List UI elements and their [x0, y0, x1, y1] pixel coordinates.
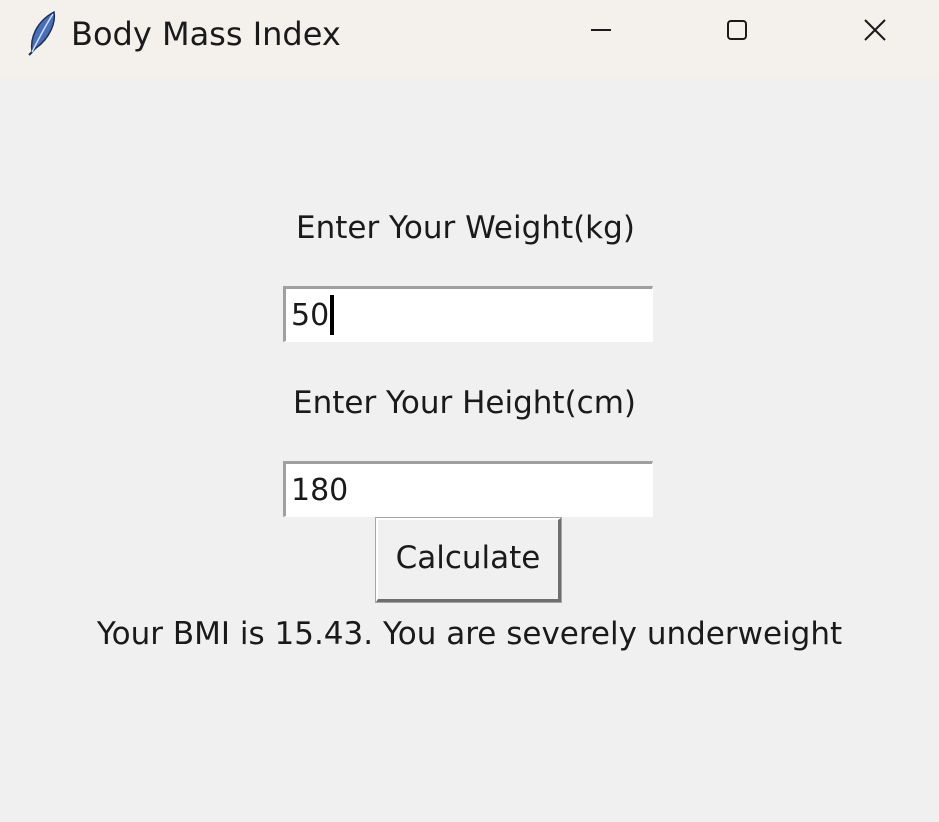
text-cursor — [330, 294, 335, 335]
calculate-button-label: Calculate — [395, 539, 541, 576]
bmi-result-text: Your BMI is 15.43. You are severely unde… — [96, 616, 843, 652]
feather-icon — [26, 8, 60, 56]
bmi-window: Body Mass Index Enter Your Weight(kg) 50… — [0, 0, 939, 822]
height-input-value: 180 — [291, 473, 349, 508]
close-icon — [863, 18, 887, 46]
height-label: Enter Your Height(cm) — [293, 385, 636, 421]
minimize-icon — [590, 19, 612, 45]
height-input[interactable]: 180 — [283, 461, 653, 517]
weight-input-value: 50 — [291, 298, 330, 333]
title-bar[interactable]: Body Mass Index — [0, 0, 939, 78]
maximize-icon — [726, 19, 748, 45]
weight-input[interactable]: 50 — [283, 286, 653, 342]
close-button[interactable] — [806, 0, 939, 64]
window-title: Body Mass Index — [71, 15, 341, 53]
maximize-button[interactable] — [668, 0, 806, 64]
weight-label: Enter Your Weight(kg) — [296, 210, 635, 246]
minimize-button[interactable] — [532, 0, 670, 64]
calculate-button[interactable]: Calculate — [375, 517, 562, 603]
